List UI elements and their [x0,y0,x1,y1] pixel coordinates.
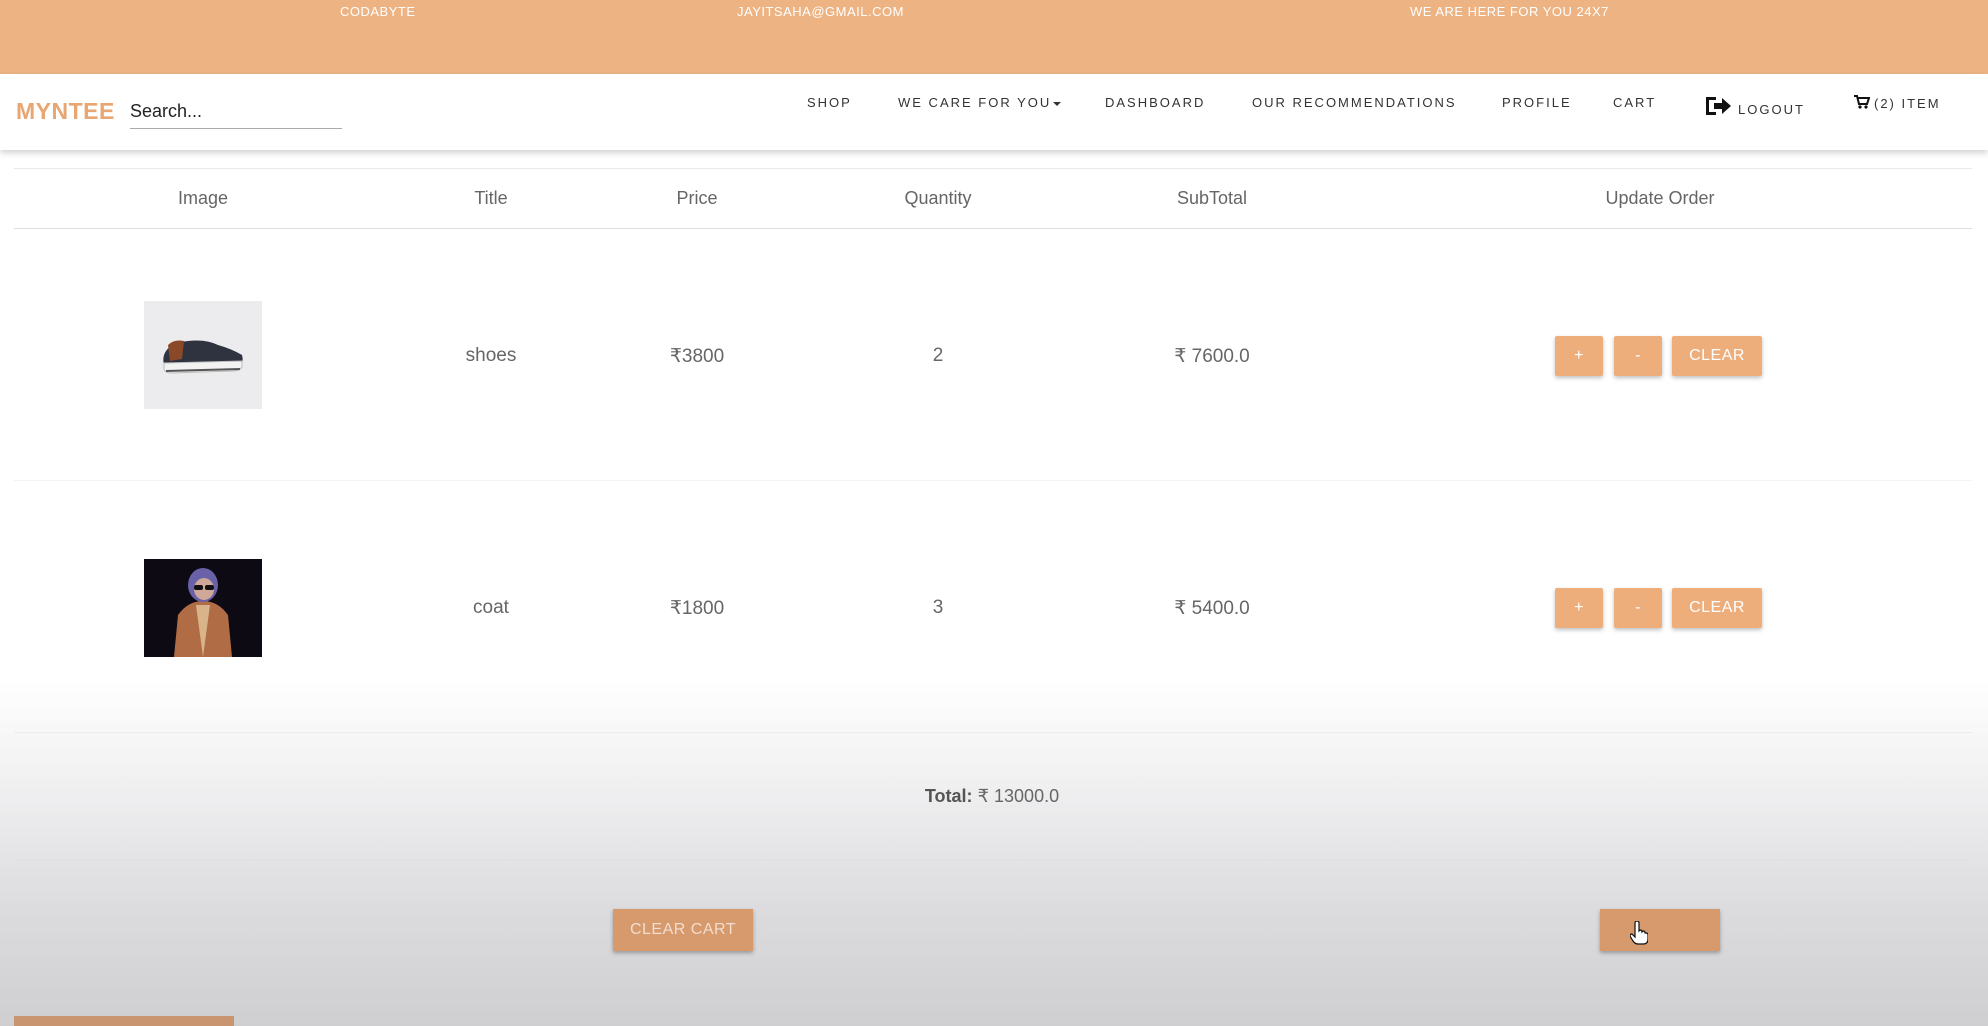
divider [14,1000,1972,1001]
header-divider [14,228,1972,229]
increase-quantity-button[interactable]: + [1555,588,1603,628]
row-subtotal: ₹ 5400.0 [1174,598,1250,619]
header-price: Price [676,188,718,208]
logout-label: LOGOUT [1738,102,1805,117]
row-divider [14,732,1972,733]
checkout-button[interactable] [1600,909,1720,951]
hand-cursor-icon [1630,921,1648,945]
row-price: ₹3800 [669,346,725,367]
divider [14,168,1972,169]
cart-page: Image Title Price Quantity SubTotal Upda… [0,150,1988,1026]
row-quantity: 2 [932,345,944,366]
cart-count-label: (2) ITEM [1874,96,1941,111]
header-title: Title [474,188,508,208]
navbar: MYNTEE SHOP WE CARE FOR YOU DASHBOARD OU… [0,74,1988,150]
divider [14,860,1972,861]
product-image-shoes [144,301,262,409]
nav-we-care-dropdown[interactable]: WE CARE FOR YOU [898,95,1062,110]
footer-stub [14,1016,234,1026]
nav-recommendations[interactable]: OUR RECOMMENDATIONS [1252,95,1457,110]
header-subtotal: SubTotal [1176,188,1248,208]
logo[interactable]: MYNTEE [16,98,115,125]
row-title: coat [473,597,509,618]
cart-icon [1854,95,1871,109]
nav-profile[interactable]: PROFILE [1502,95,1572,110]
clear-item-button[interactable]: CLEAR [1672,588,1762,628]
cart-total: Total: ₹ 13000.0 [925,786,1059,807]
increase-quantity-button[interactable]: + [1555,336,1603,376]
decrease-quantity-button[interactable]: - [1614,588,1662,628]
nav-cart[interactable]: CART [1613,95,1656,110]
header-quantity: Quantity [904,188,972,208]
support-text: WE ARE HERE FOR YOU 24X7 [1410,4,1609,19]
nav-shop[interactable]: SHOP [807,95,852,110]
header-image: Image [177,188,229,208]
total-label: Total: [924,786,973,806]
clear-cart-button[interactable]: CLEAR CART [613,909,753,951]
search-input[interactable] [130,94,342,129]
clear-item-button[interactable]: CLEAR [1672,336,1762,376]
logout-icon [1706,97,1731,115]
total-value: ₹ 13000.0 [977,786,1060,806]
header-update-order: Update Order [1605,188,1715,208]
nav-logout[interactable]: LOGOUT [1704,95,1805,117]
row-price: ₹1800 [669,598,725,619]
row-divider [14,480,1972,481]
top-info-bar: CODABYTE JAYITSAHA@GMAIL.COM WE ARE HERE… [0,0,1988,74]
caret-down-icon [1053,101,1062,106]
company-name: CODABYTE [340,4,416,19]
contact-email: JAYITSAHA@GMAIL.COM [737,4,904,19]
decrease-quantity-button[interactable]: - [1614,336,1662,376]
nav-we-care-label: WE CARE FOR YOU [898,95,1052,110]
product-image-coat [144,559,262,657]
nav-cart-count[interactable]: (2) ITEM [1854,95,1941,111]
row-title: shoes [465,345,517,366]
nav-dashboard[interactable]: DASHBOARD [1105,95,1205,110]
row-subtotal: ₹ 7600.0 [1174,346,1250,367]
row-quantity: 3 [932,597,944,618]
